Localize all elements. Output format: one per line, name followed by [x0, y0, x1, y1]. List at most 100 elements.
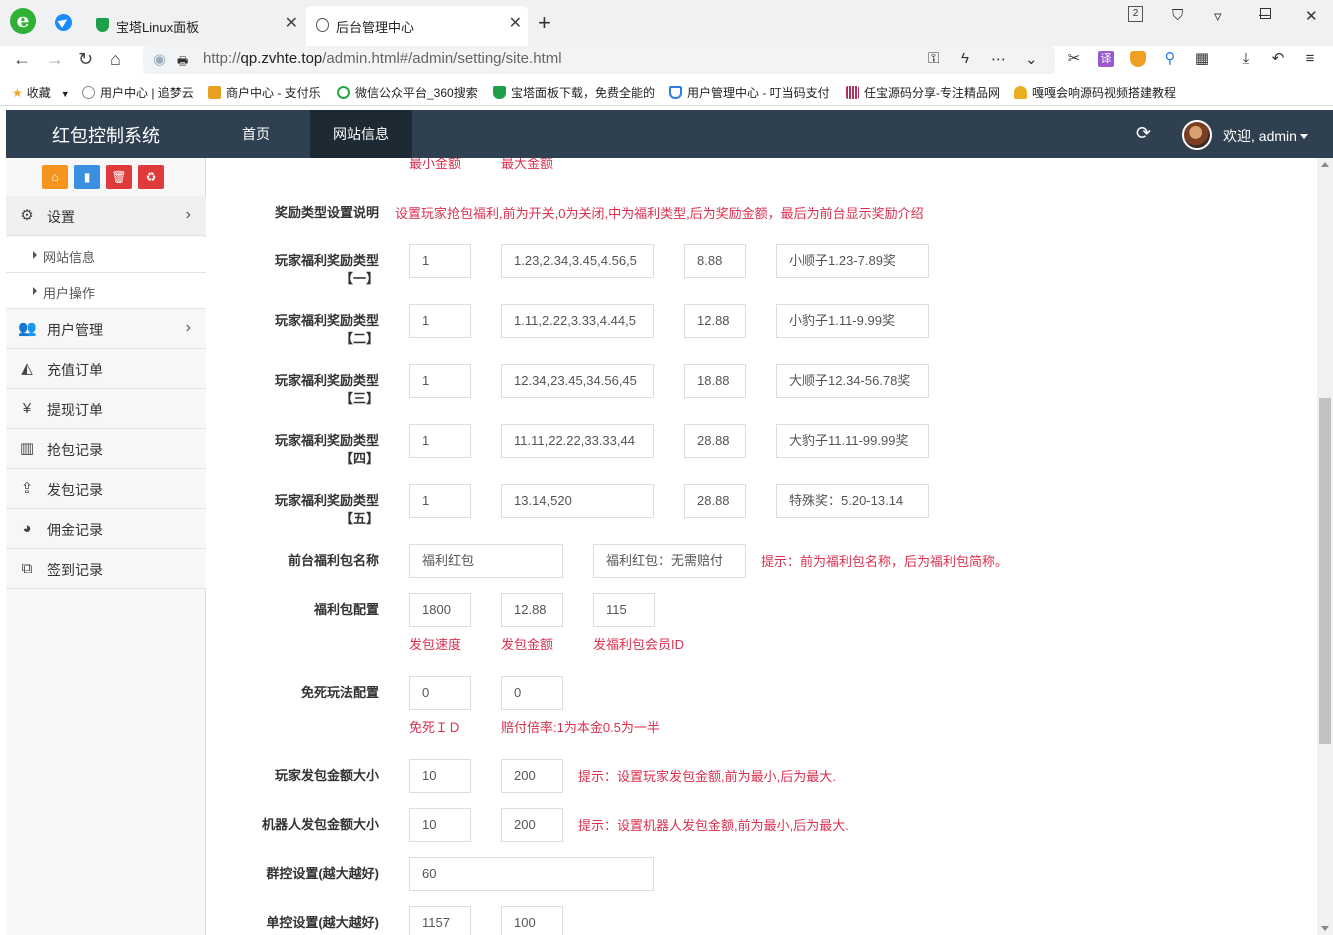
- nodeath-label: 免死玩法配置: [300, 685, 379, 700]
- nav-site-info[interactable]: 网站信息: [310, 110, 412, 158]
- reward-desc-input[interactable]: 小顺子1.23-7.89奖: [776, 244, 929, 278]
- reward-switch-input[interactable]: 1: [409, 244, 471, 278]
- bonus-name-input[interactable]: 福利红包: [409, 544, 563, 578]
- refresh-icon[interactable]: ⟳: [1136, 123, 1151, 144]
- more-icon[interactable]: ⋯: [991, 50, 1006, 68]
- reward-desc-input[interactable]: 大顺子12.34-56.78奖: [776, 364, 929, 398]
- group-control-input[interactable]: 60: [409, 857, 654, 891]
- bookmark-item[interactable]: 嘎嘎会响源码视频搭建教程: [1014, 84, 1176, 101]
- reward-switch-input[interactable]: 1: [409, 364, 471, 398]
- scroll-thumb[interactable]: [1319, 398, 1331, 744]
- sidebar-item-recharge[interactable]: ◭ 充值订单: [6, 349, 206, 389]
- chevron-down-icon[interactable]: ⌄: [1025, 50, 1038, 68]
- bookmark-item[interactable]: 宝塔面板下载，免费全能的: [493, 84, 655, 101]
- translate-icon[interactable]: 译: [1098, 51, 1114, 67]
- reward-amount-input[interactable]: 8.88: [684, 244, 746, 278]
- bookmark-item[interactable]: 任宝源码分享-专注精品网: [846, 84, 1000, 101]
- nav-home[interactable]: 首页: [226, 110, 286, 158]
- bookmark-item[interactable]: 商户中心 - 支付乐: [208, 84, 321, 101]
- reward-amount-input[interactable]: 18.88: [684, 364, 746, 398]
- bonus-speed-input[interactable]: 1800: [409, 593, 471, 627]
- download-icon[interactable]: ⤓: [1238, 51, 1254, 67]
- sidebar-subitem-user-ops[interactable]: 用户操作: [6, 273, 206, 309]
- tab-counter-icon[interactable]: 2: [1128, 6, 1143, 22]
- bonus-amount-input[interactable]: 12.88: [501, 593, 563, 627]
- reload-icon[interactable]: ↻: [78, 49, 93, 70]
- reward-type-input[interactable]: 1.23,2.34,3.45,4.56,5: [501, 244, 654, 278]
- bonus-config-label: 福利包配置: [313, 602, 379, 617]
- sidebar-item-withdraw[interactable]: ¥ 提现订单: [6, 389, 206, 429]
- reward-amount-input[interactable]: 28.88: [684, 484, 746, 518]
- maximize-icon[interactable]: [1260, 8, 1271, 19]
- nodeath-rate-input[interactable]: 0: [501, 676, 563, 710]
- window-close-icon[interactable]: ✕: [1305, 7, 1318, 25]
- shield-icon[interactable]: [1130, 51, 1146, 67]
- tab-baota[interactable]: 宝塔Linux面板 ✕: [86, 6, 304, 46]
- scissors-icon[interactable]: ✂: [1066, 51, 1082, 67]
- bookmark-favorites[interactable]: ★ 收藏 ▼: [12, 84, 70, 101]
- tab-admin[interactable]: 后台管理中心 ✕: [306, 6, 528, 46]
- reward-type-input[interactable]: 13.14,520: [501, 484, 654, 518]
- sidebar-item-grab[interactable]: ▥ 抢包记录: [6, 429, 206, 469]
- send-icon[interactable]: [55, 14, 72, 31]
- user-menu[interactable]: 欢迎, admin: [1223, 126, 1308, 146]
- reward-switch-input[interactable]: 1: [409, 424, 471, 458]
- lightning-icon[interactable]: ϟ: [961, 50, 969, 67]
- reward-amount-input[interactable]: 12.88: [684, 304, 746, 338]
- robot-max-input[interactable]: 200: [501, 808, 563, 842]
- undo-icon[interactable]: ↶: [1270, 51, 1286, 67]
- player-max-input[interactable]: 200: [501, 759, 563, 793]
- scroll-up-icon[interactable]: [1321, 162, 1329, 167]
- min-amount-hint: 最小金额: [409, 158, 462, 171]
- bookmark-item[interactable]: 微信公众平台_360搜索: [337, 84, 478, 101]
- avatar[interactable]: [1182, 120, 1212, 150]
- nodeath-id-input[interactable]: 0: [409, 676, 471, 710]
- bookmark-item[interactable]: 用户管理中心 - 叮当码支付: [669, 84, 830, 101]
- reward-amount-input[interactable]: 28.88: [684, 424, 746, 458]
- menu-icon[interactable]: ≡: [1302, 51, 1318, 67]
- new-tab-button[interactable]: +: [538, 10, 551, 36]
- bonus-member-input[interactable]: 115: [593, 593, 655, 627]
- page-scrollbar[interactable]: [1317, 158, 1333, 935]
- sidebar-subitem-site-info[interactable]: 网站信息: [6, 237, 206, 273]
- browser-logo-icon[interactable]: e: [10, 8, 36, 34]
- file-icon[interactable]: ▮: [74, 165, 100, 189]
- insecure-icon[interactable]: 🖶: [177, 52, 188, 73]
- robot-min-input[interactable]: 10: [409, 808, 471, 842]
- reward-desc-input[interactable]: 大豹子11.11-99.99奖: [776, 424, 929, 458]
- trash-icon[interactable]: 🗑: [106, 165, 132, 189]
- site-info-icon[interactable]: ◉: [153, 50, 166, 68]
- close-icon[interactable]: ✕: [285, 13, 298, 33]
- sidebar-item-checkin[interactable]: ⧉ 签到记录: [6, 549, 206, 589]
- reward-type-input[interactable]: 12.34,23.45,34.56,45: [501, 364, 654, 398]
- single-control-input-a[interactable]: 1157: [409, 906, 471, 935]
- reward-desc-input[interactable]: 小豹子1.11-9.99奖: [776, 304, 929, 338]
- shirt-icon[interactable]: ⛉: [1172, 7, 1183, 24]
- home-icon[interactable]: ⌂: [42, 165, 68, 189]
- recycle-icon[interactable]: ♻: [138, 165, 164, 189]
- sidebar-item-send[interactable]: ⇪ 发包记录: [6, 469, 206, 509]
- close-icon[interactable]: ✕: [509, 13, 522, 33]
- bonus-speed-hint: 发包速度: [409, 637, 462, 652]
- reward-switch-input[interactable]: 1: [409, 484, 471, 518]
- player-min-input[interactable]: 10: [409, 759, 471, 793]
- reward-switch-input[interactable]: 1: [409, 304, 471, 338]
- minimize-alt-icon[interactable]: ▿: [1214, 7, 1222, 25]
- reward-desc-input[interactable]: 特殊奖：5.20-13.14: [776, 484, 929, 518]
- sidebar-item-users[interactable]: 👥 用户管理 ›: [6, 309, 206, 349]
- back-icon[interactable]: ←: [13, 49, 31, 70]
- reward-type-input[interactable]: 1.11,2.22,3.33,4.44,5: [501, 304, 654, 338]
- scroll-down-icon[interactable]: [1321, 926, 1329, 931]
- url-field[interactable]: ◉ 🖶 http://qp.zvhte.top/admin.html#/admi…: [143, 46, 1055, 74]
- sidebar-item-settings[interactable]: ⚙ 设置 ›: [6, 196, 206, 236]
- search-icon[interactable]: ⚲: [1162, 51, 1178, 67]
- reward-type-input[interactable]: 11.11,22.22,33.33,44: [501, 424, 654, 458]
- bonus-short-input[interactable]: 福利红包：无需赔付: [593, 544, 746, 578]
- forward-icon[interactable]: →: [46, 49, 64, 70]
- apps-icon[interactable]: ▦: [1194, 51, 1210, 67]
- home-icon[interactable]: ⌂: [110, 49, 121, 70]
- single-control-input-b[interactable]: 100: [501, 906, 563, 935]
- key-icon[interactable]: ⚿: [928, 50, 939, 67]
- sidebar-item-commission[interactable]: ◕ 佣金记录: [6, 509, 206, 549]
- bookmark-item[interactable]: 用户中心 | 追梦云: [82, 84, 194, 101]
